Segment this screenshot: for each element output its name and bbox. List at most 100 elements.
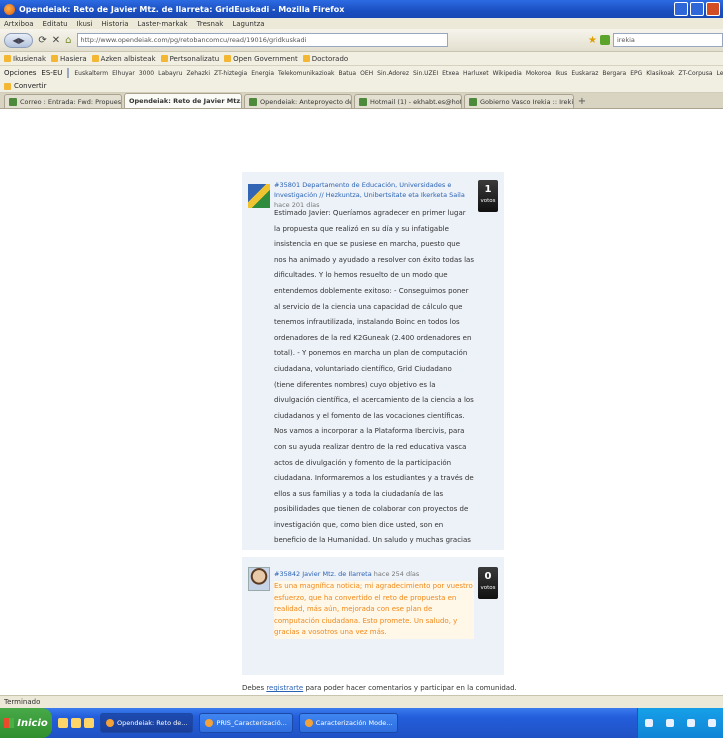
bookmark-item[interactable]: Open Government bbox=[224, 55, 298, 63]
url-text: http://www.opendeiak.com/pg/retobancomcu… bbox=[80, 36, 307, 44]
tray-icon[interactable] bbox=[644, 719, 653, 727]
dictionary-link[interactable]: Zehazki bbox=[186, 70, 210, 77]
dictionary-link[interactable]: Labayru bbox=[158, 70, 182, 77]
tab-opendeiak-anteproyecto[interactable]: Opendeiak: Anteproyecto de Ley de F... bbox=[244, 94, 352, 108]
avatar[interactable] bbox=[248, 567, 270, 591]
tab-opendeiak-reto[interactable]: Opendeiak: Reto de Javier Mtz. ...× bbox=[124, 93, 242, 108]
convert-button[interactable]: Convertir bbox=[14, 82, 47, 90]
comment-author-link[interactable]: #35842 Javier Mtz. de Ilarreta bbox=[274, 570, 372, 578]
dictionary-link[interactable]: Sin.UZEI bbox=[413, 70, 438, 77]
taskbar-item-firefox[interactable]: Opendeiak: Reto de... bbox=[100, 713, 194, 733]
dictionary-link[interactable]: Wikipedia bbox=[493, 70, 522, 77]
dictionary-link[interactable]: Euskalterm bbox=[74, 70, 108, 77]
comment-author-link[interactable]: #35801 Departamento de Educación, Univer… bbox=[274, 181, 465, 199]
tab-hotmail[interactable]: Hotmail (1) - ekhabt.es@hotmail.com bbox=[354, 94, 462, 108]
tab-strip: Correo : Entrada: Fwd: Propuesta en... O… bbox=[0, 93, 723, 109]
tab-favicon bbox=[249, 97, 257, 106]
bookmark-icon bbox=[51, 55, 59, 62]
bookmark-star-icon[interactable]: ★ bbox=[588, 35, 597, 46]
windows-logo-icon bbox=[4, 718, 15, 728]
tray-icon[interactable] bbox=[687, 719, 696, 727]
bookmark-icon bbox=[91, 55, 99, 62]
convert-toolbar: Convertir bbox=[0, 80, 723, 93]
vote-box[interactable]: 1 votos bbox=[478, 180, 498, 212]
close-window-button[interactable] bbox=[706, 2, 720, 16]
bookmark-item[interactable]: Doctorado bbox=[302, 55, 348, 63]
bookmark-icon bbox=[224, 55, 232, 62]
bookmark-item[interactable]: Pertsonalizatu bbox=[160, 55, 219, 63]
dictionary-link[interactable]: Energia bbox=[251, 70, 274, 77]
search-engine-icon[interactable] bbox=[600, 35, 610, 45]
page-content: #35801 Departamento de Educación, Univer… bbox=[0, 109, 723, 695]
tray-icon[interactable] bbox=[708, 719, 717, 727]
quick-launch-icon[interactable] bbox=[84, 718, 94, 728]
toolbar-options[interactable]: Opciones bbox=[4, 69, 36, 77]
tab-favicon bbox=[359, 97, 367, 106]
search-input[interactable]: irekia bbox=[613, 33, 723, 47]
start-button[interactable]: Inicio bbox=[0, 708, 52, 738]
dictionary-link[interactable]: 3000 bbox=[139, 70, 154, 77]
tab-favicon bbox=[469, 97, 477, 106]
register-link[interactable]: registrarte bbox=[266, 684, 303, 692]
vote-box[interactable]: 0 votos bbox=[478, 567, 498, 599]
dictionary-link[interactable]: Harluxet bbox=[463, 70, 489, 77]
bookmark-icon bbox=[160, 55, 168, 62]
menu-bookmarks[interactable]: Laster-markak bbox=[137, 20, 187, 28]
register-prompt: Debes registrarte para poder hacer comen… bbox=[242, 684, 517, 692]
comment-body: Estimado Javier: Queríamos agradecer en … bbox=[274, 209, 474, 545]
firefox-icon bbox=[106, 719, 114, 727]
quick-launch-icon[interactable] bbox=[58, 718, 68, 728]
stop-icon[interactable]: ✕ bbox=[52, 35, 60, 46]
menu-help[interactable]: Laguntza bbox=[232, 20, 264, 28]
maximize-button[interactable] bbox=[690, 2, 704, 16]
comment-header: #35842 Javier Mtz. de Ilarreta hace 254 … bbox=[274, 569, 472, 579]
minimize-button[interactable] bbox=[674, 2, 688, 16]
dictionary-link[interactable]: Sin.Adorez bbox=[377, 70, 409, 77]
toolbar-language[interactable]: ES-EU bbox=[41, 69, 62, 77]
dictionary-link[interactable]: Mokoroa bbox=[526, 70, 551, 77]
dictionary-link[interactable]: Euskaraz bbox=[571, 70, 598, 77]
vote-label: votos bbox=[480, 198, 496, 204]
comment-item: #35801 Departamento de Educación, Univer… bbox=[242, 172, 504, 550]
vote-count: 0 bbox=[484, 571, 492, 582]
tray-icon[interactable] bbox=[665, 719, 674, 727]
taskbar-item-caracterizacion[interactable]: Caracterización Mode... bbox=[298, 713, 399, 733]
toolbar-search-input[interactable] bbox=[67, 68, 70, 78]
convert-icon bbox=[4, 82, 11, 90]
dictionary-link[interactable]: Ikus bbox=[555, 70, 567, 77]
dictionary-link[interactable]: Lexikoaren Behatokia bbox=[717, 70, 723, 77]
dictionary-link[interactable]: Elhuyar bbox=[112, 70, 135, 77]
taskbar-item-pris[interactable]: PRIS_Caracterizació... bbox=[199, 713, 293, 733]
menu-tools[interactable]: Tresnak bbox=[197, 20, 224, 28]
dictionary-link[interactable]: Etxea bbox=[442, 70, 459, 77]
dictionary-link[interactable]: Bergara bbox=[602, 70, 626, 77]
menu-edit[interactable]: Editatu bbox=[43, 20, 68, 28]
dictionary-link[interactable]: Klasikoak bbox=[646, 70, 674, 77]
home-icon[interactable]: ⌂ bbox=[65, 35, 71, 46]
dictionary-link[interactable]: Telekomunikazioak bbox=[278, 70, 334, 77]
reload-icon[interactable]: ⟳ bbox=[38, 35, 46, 46]
back-button[interactable]: ◀▶ bbox=[4, 32, 34, 48]
menu-view[interactable]: Ikusi bbox=[77, 20, 93, 28]
tab-correo[interactable]: Correo : Entrada: Fwd: Propuesta en... bbox=[4, 94, 122, 108]
url-tools: ★ irekia bbox=[588, 33, 723, 47]
menu-file[interactable]: Artxiboa bbox=[4, 20, 34, 28]
avatar[interactable] bbox=[248, 184, 270, 208]
dictionary-link[interactable]: OEH bbox=[360, 70, 373, 77]
quick-launch bbox=[58, 718, 94, 728]
tab-irekia[interactable]: Gobierno Vasco Irekia :: Irekia bbox=[464, 94, 574, 108]
dictionary-link[interactable]: ZT-Corpusa bbox=[678, 70, 712, 77]
bookmark-item[interactable]: Ikusienak bbox=[4, 55, 46, 63]
comment-item: #35842 Javier Mtz. de Ilarreta hace 254 … bbox=[242, 557, 504, 675]
comment-date: hace 254 días bbox=[373, 570, 420, 578]
dictionary-link[interactable]: Batua bbox=[338, 70, 356, 77]
dictionary-link[interactable]: ZT-hiztegia bbox=[214, 70, 247, 77]
dictionary-link[interactable]: EPG bbox=[630, 70, 642, 77]
bookmark-item[interactable]: Azken albisteak bbox=[91, 55, 156, 63]
menu-history[interactable]: Historia bbox=[101, 20, 128, 28]
quick-launch-icon[interactable] bbox=[71, 718, 81, 728]
new-tab-button[interactable]: + bbox=[576, 96, 588, 108]
window-controls bbox=[674, 2, 720, 16]
url-bar[interactable]: http://www.opendeiak.com/pg/retobancomcu… bbox=[76, 33, 449, 47]
bookmark-item[interactable]: Hasiera bbox=[51, 55, 87, 63]
